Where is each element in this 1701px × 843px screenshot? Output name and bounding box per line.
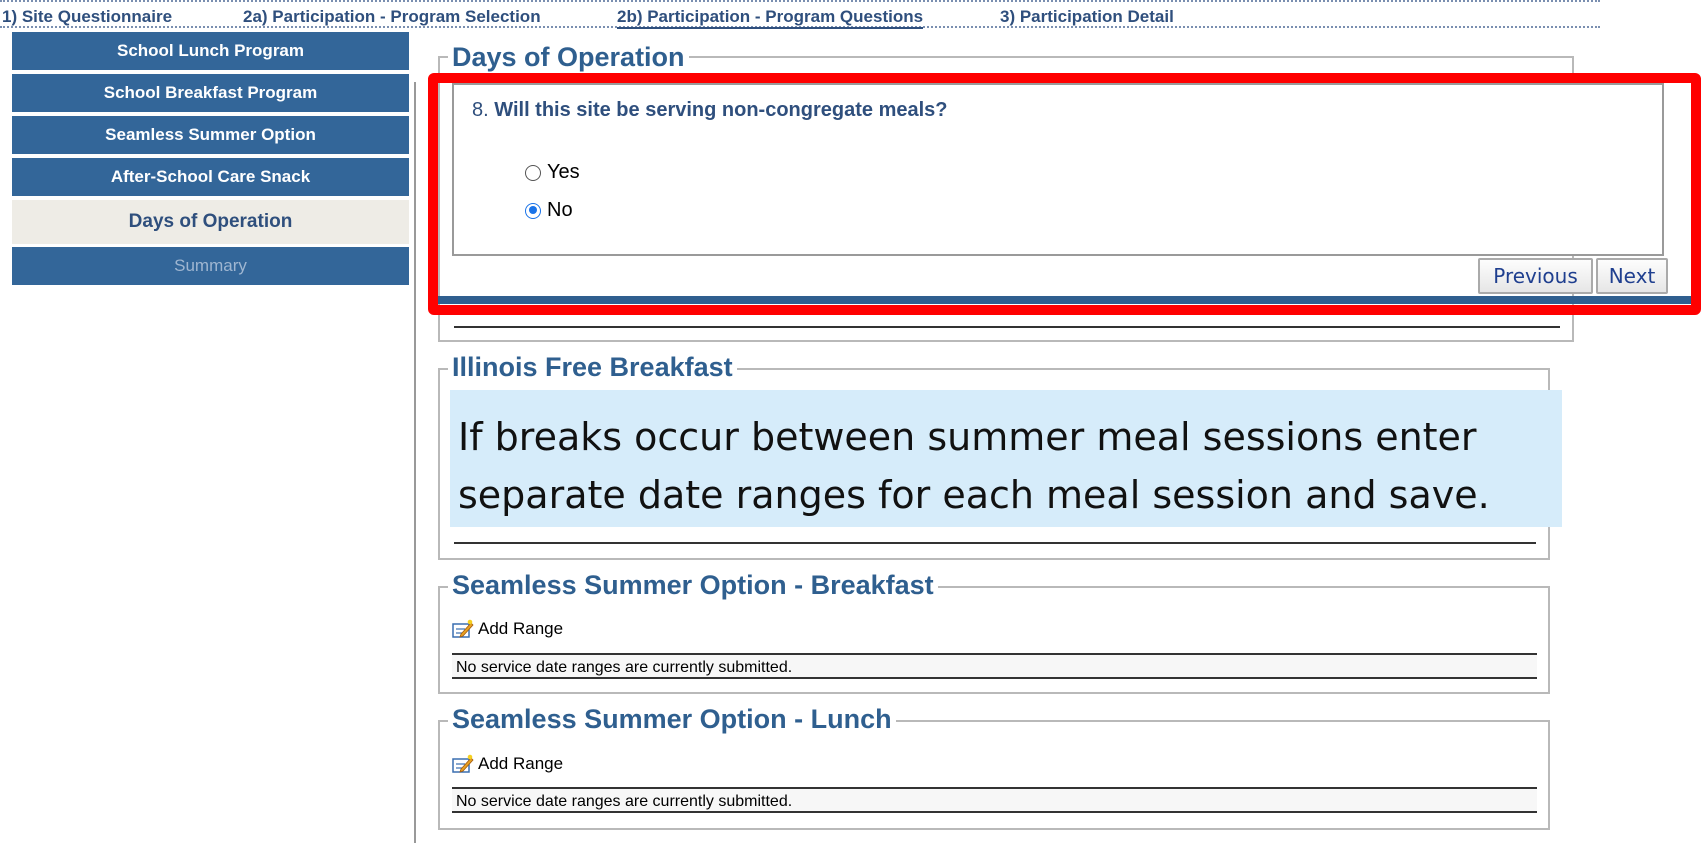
next-button[interactable]: Next — [1596, 258, 1668, 294]
instruction-callout: If breaks occur between summer meal sess… — [450, 390, 1562, 527]
sidebar-item-summary: Summary — [12, 247, 409, 285]
wizard-tab-bar: 1) Site Questionnaire 2a) Participation … — [0, 0, 1600, 29]
question-number: 8. — [472, 99, 489, 121]
sso-breakfast-legend: Seamless Summer Option - Breakfast — [448, 570, 938, 601]
sso-lunch-add-range-link[interactable]: Add Range — [452, 754, 563, 774]
panel-footer-band — [428, 296, 1696, 304]
no-radio[interactable] — [525, 202, 541, 219]
tab-site-questionnaire[interactable]: 1) Site Questionnaire — [2, 7, 172, 27]
add-range-label: Add Range — [478, 619, 564, 638]
previous-button[interactable]: Previous — [1478, 258, 1593, 294]
sidebar-item-school-breakfast[interactable]: School Breakfast Program — [12, 74, 409, 112]
sso-breakfast-add-range-link[interactable]: Add Range — [452, 619, 563, 639]
option-yes[interactable]: Yes — [525, 161, 580, 184]
callout-line-2: separate date ranges for each meal sessi… — [458, 473, 1490, 517]
content-divider — [414, 82, 416, 843]
add-range-icon — [452, 754, 474, 774]
add-range-icon — [452, 619, 474, 639]
yes-label: Yes — [547, 161, 580, 183]
sidebar-item-after-school-snack[interactable]: After-School Care Snack — [12, 158, 409, 196]
section-divider — [454, 326, 1560, 328]
no-label: No — [547, 199, 573, 221]
sso-breakfast-empty-message: No service date ranges are currently sub… — [452, 653, 1537, 679]
days-of-operation-legend: Days of Operation — [448, 42, 689, 73]
illinois-free-breakfast-legend: Illinois Free Breakfast — [448, 352, 737, 383]
callout-line-1: If breaks occur between summer meal sess… — [458, 415, 1477, 459]
sidebar-item-seamless-summer[interactable]: Seamless Summer Option — [12, 116, 409, 154]
tab-program-questions[interactable]: 2b) Participation - Program Questions — [617, 7, 924, 29]
section-divider — [454, 542, 1536, 544]
tab-participation-detail[interactable]: 3) Participation Detail — [1000, 7, 1174, 27]
sso-lunch-empty-message: No service date ranges are currently sub… — [452, 787, 1537, 813]
question-panel: 8. Will this site be serving non-congreg… — [452, 83, 1664, 256]
sso-lunch-legend: Seamless Summer Option - Lunch — [448, 704, 896, 735]
option-no[interactable]: No — [525, 199, 573, 222]
question-label: Will this site be serving non-congregate… — [494, 99, 948, 121]
tab-program-selection[interactable]: 2a) Participation - Program Selection — [243, 7, 541, 27]
sidebar-item-school-lunch[interactable]: School Lunch Program — [12, 32, 409, 70]
add-range-label: Add Range — [478, 754, 564, 773]
sidebar-item-days-of-operation[interactable]: Days of Operation — [12, 200, 409, 244]
question-text: 8. Will this site be serving non-congreg… — [472, 99, 948, 122]
yes-radio[interactable] — [525, 164, 541, 181]
